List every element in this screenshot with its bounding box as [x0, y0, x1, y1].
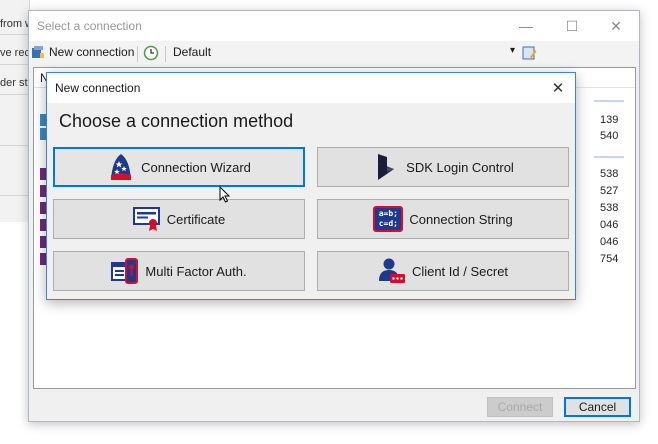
- multi-factor-auth-label: Multi Factor Auth.: [145, 263, 247, 279]
- divider: [0, 145, 30, 146]
- toolbar: New connection Default ▾: [29, 41, 639, 65]
- toolbar-separator: [137, 46, 138, 62]
- list-item-value: 046: [600, 236, 619, 248]
- profile-select[interactable]: Default ▾: [173, 45, 515, 59]
- multi-factor-auth-button[interactable]: Multi Factor Auth.: [53, 251, 305, 291]
- new-connection-button[interactable]: New connection: [31, 45, 134, 59]
- list-item-value: 538: [600, 202, 619, 214]
- connection-string-icon-line: a=b;: [378, 209, 398, 218]
- connection-wizard-button[interactable]: Connection Wizard: [53, 147, 305, 187]
- client-id-secret-label: Client Id / Secret: [411, 263, 509, 279]
- background-left-panel: from w ve rec der str: [0, 0, 30, 222]
- divider: [0, 94, 30, 95]
- certificate-label: Certificate: [166, 211, 226, 227]
- multi-factor-icon: [111, 257, 139, 285]
- new-connection-label: New connection: [49, 45, 135, 59]
- certificate-button[interactable]: Certificate: [53, 199, 305, 239]
- client-id-secret-button[interactable]: Client Id / Secret: [317, 251, 569, 291]
- sdk-login-control-label: SDK Login Control: [406, 159, 514, 175]
- profile-select-value: Default: [173, 45, 212, 59]
- dialog-title-bar: New connection ✕: [47, 73, 575, 103]
- divider: [0, 195, 30, 196]
- dialog-title: New connection: [55, 81, 141, 95]
- certificate-icon: [132, 205, 161, 233]
- list-item-value: 046: [600, 219, 619, 231]
- connection-string-button[interactable]: a=b; c=d; Connection String: [317, 199, 569, 239]
- dynamics-logo-icon: [372, 153, 400, 181]
- connection-string-icon: a=b; c=d;: [373, 205, 404, 233]
- divider: [0, 34, 30, 35]
- edit-profile-icon[interactable]: [521, 45, 537, 61]
- row-highlight: [594, 100, 624, 102]
- toolbar-separator: [165, 46, 166, 62]
- dialog-heading: Choose a connection method: [59, 111, 294, 131]
- history-icon[interactable]: [143, 45, 159, 61]
- divider: [0, 64, 30, 65]
- row-highlight: [594, 156, 624, 158]
- list-item-value: 139: [600, 114, 619, 126]
- list-item-value: 754: [600, 253, 619, 265]
- new-connection-icon: [31, 45, 45, 59]
- list-item-value: 540: [600, 130, 619, 142]
- new-connection-dialog: New connection ✕ Choose a connection met…: [46, 72, 576, 300]
- connection-wizard-label: Connection Wizard: [141, 159, 251, 175]
- connection-string-icon-line: c=d;: [378, 219, 398, 228]
- cancel-button[interactable]: Cancel: [564, 397, 631, 417]
- window-close-button[interactable]: ✕: [593, 11, 639, 41]
- background-text: ve rec: [0, 47, 30, 59]
- connect-button[interactable]: Connect: [487, 397, 553, 417]
- client-secret-icon: [378, 257, 406, 285]
- wizard-hat-icon: [107, 153, 135, 181]
- minimize-button[interactable]: —: [503, 11, 549, 41]
- background-text: from w: [0, 18, 30, 30]
- list-item-value: 527: [600, 185, 619, 197]
- sdk-login-control-button[interactable]: SDK Login Control: [317, 147, 569, 187]
- connection-string-label: Connection String: [409, 211, 513, 227]
- window-title-bar: Select a connection — ☐ ✕: [29, 11, 639, 41]
- dialog-close-button[interactable]: ✕: [541, 73, 575, 103]
- maximize-button[interactable]: ☐: [549, 11, 595, 41]
- mouse-cursor-icon: [219, 185, 231, 206]
- window-title: Select a connection: [37, 19, 142, 33]
- background-text: der str: [0, 77, 30, 89]
- list-item-value: 538: [600, 168, 619, 180]
- chevron-down-icon: ▾: [509, 45, 515, 56]
